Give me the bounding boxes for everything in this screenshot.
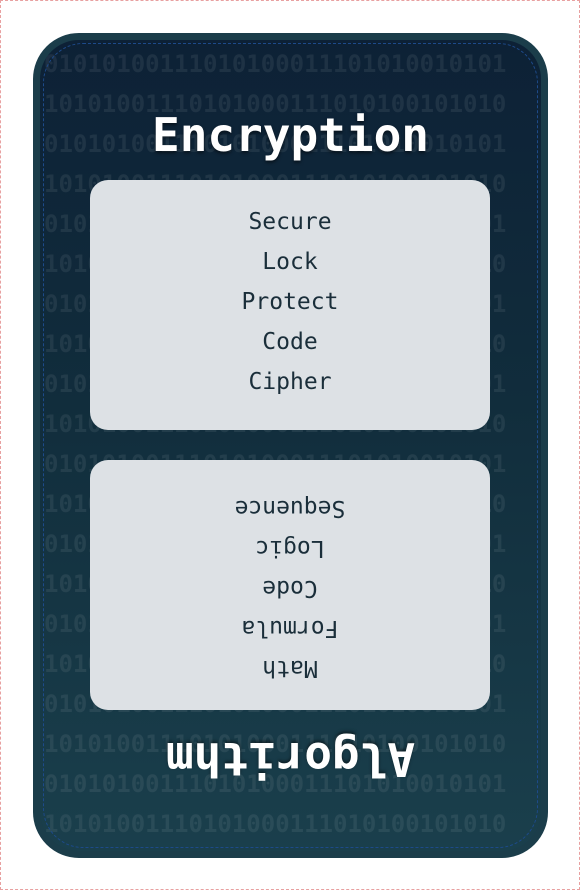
top-word-panel: Secure Lock Protect Code Cipher (90, 180, 490, 430)
bottom-word: Formula (241, 615, 339, 641)
binary-row: 01010100111010100011101010010101 (44, 50, 507, 78)
top-word-list: Secure Lock Protect Code Cipher (90, 202, 490, 402)
bottom-title: Algorithm (165, 732, 416, 786)
bottom-word: Logic (255, 535, 325, 561)
top-word: Cipher (248, 369, 332, 395)
top-word: Secure (248, 209, 332, 235)
top-word: Lock (262, 249, 318, 275)
binary-row: 10101001110101000111010100101010 (44, 810, 507, 838)
bottom-word: Sequence (234, 495, 346, 521)
bottom-word-panel: Math Formula Code Logic Sequence (90, 460, 490, 710)
top-word: Protect (241, 289, 339, 315)
bottom-word: Code (262, 575, 318, 601)
bottom-word: Math (262, 655, 318, 681)
bottom-word-list: Math Formula Code Logic Sequence (90, 488, 490, 688)
top-word: Code (262, 329, 318, 355)
top-title: Encryption (152, 108, 429, 162)
encryption-card: 01010100111010100011101010010101 1010100… (33, 33, 548, 858)
